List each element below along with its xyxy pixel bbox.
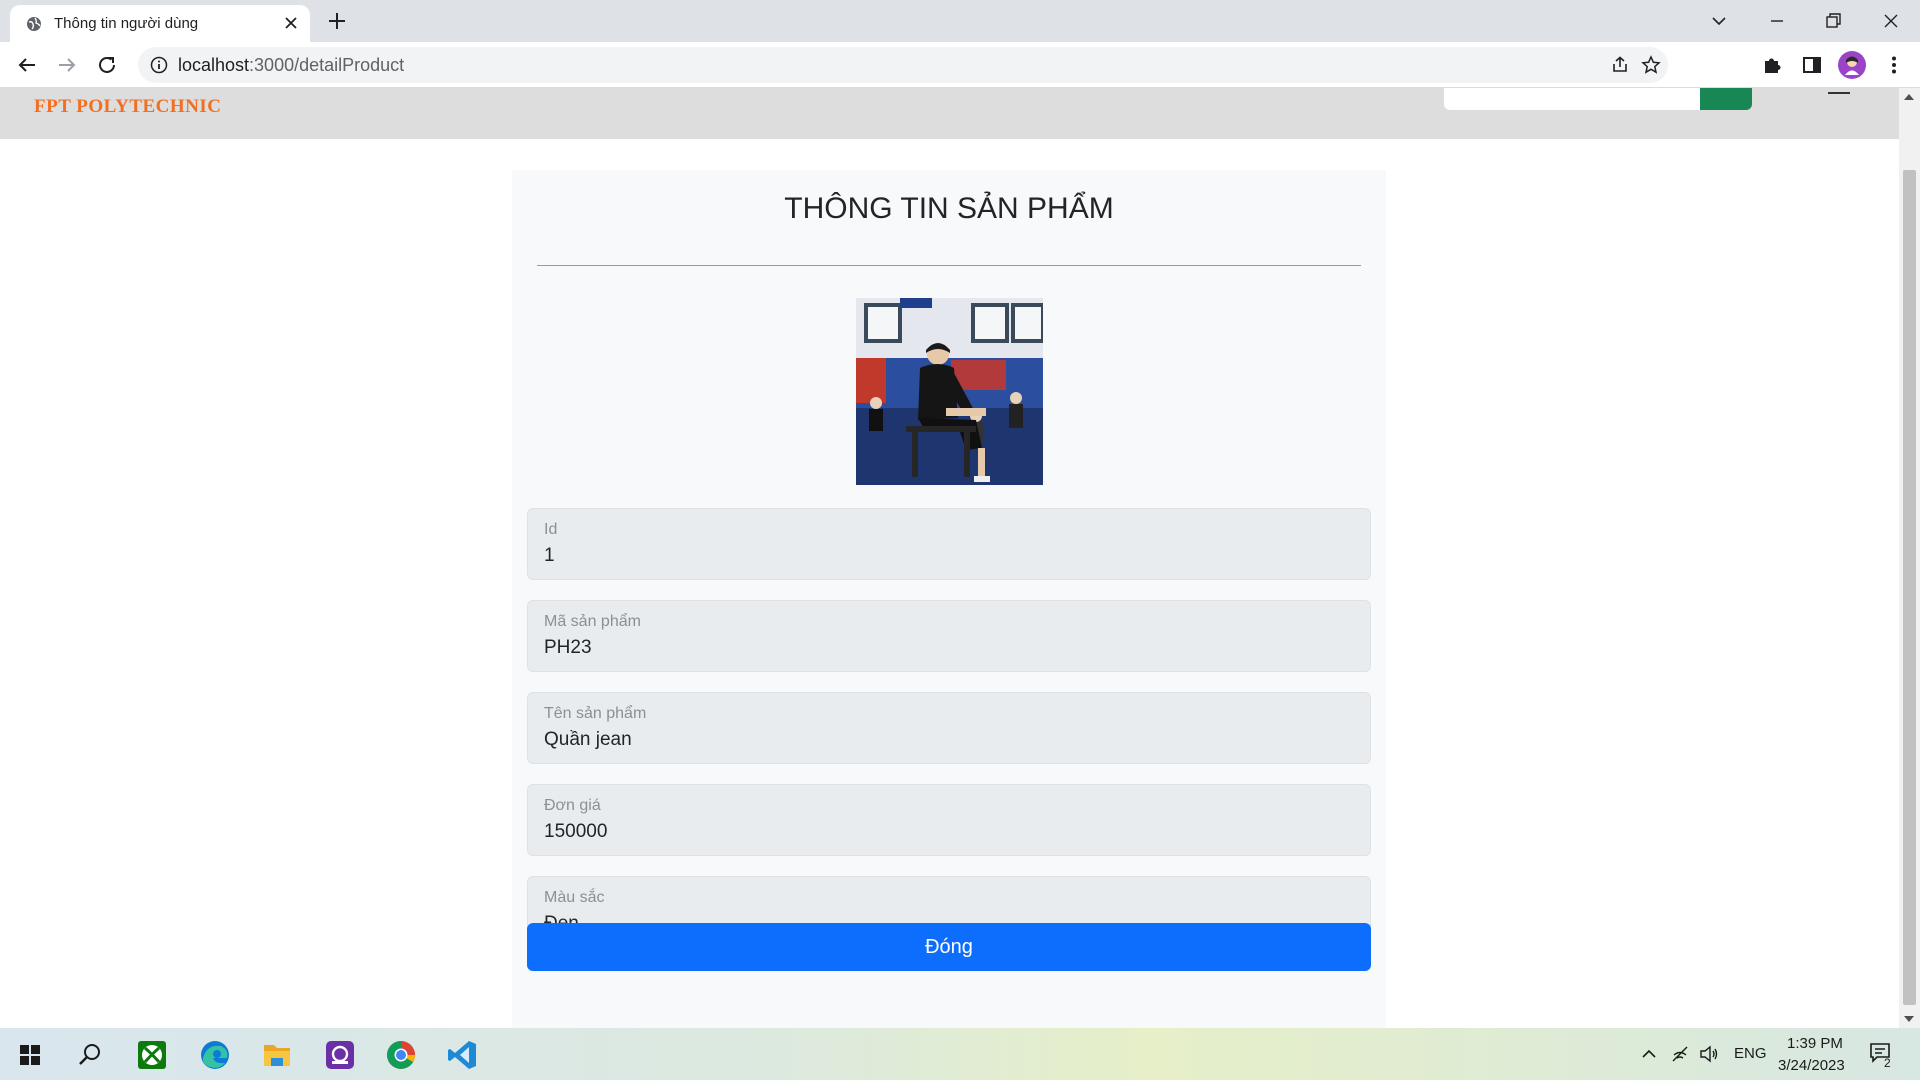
speaker-icon[interactable] <box>1698 1044 1720 1064</box>
address-bar[interactable]: localhost:3000/detailProduct <box>138 47 1668 83</box>
page-title: THÔNG TIN SẢN PHẨM <box>784 192 1114 225</box>
globe-favicon-icon <box>27 17 41 31</box>
scroll-down-arrow-icon[interactable] <box>1904 1016 1914 1022</box>
vscode-icon[interactable] <box>441 1036 485 1074</box>
plus-icon[interactable] <box>326 10 348 32</box>
side-panel-icon[interactable] <box>1801 54 1823 76</box>
field-label: Id <box>544 521 558 538</box>
brand-logo[interactable]: FPT POLYTECHNIC <box>34 96 222 118</box>
file-explorer-icon[interactable] <box>255 1036 299 1074</box>
field-unit-price[interactable]: Đơn giá 150000 <box>527 784 1371 856</box>
restore-icon[interactable] <box>1820 8 1846 34</box>
tab-title: Thông tin người dùng <box>54 15 199 32</box>
browser-tab-bar: Thông tin người dùng <box>0 0 1920 42</box>
field-label: Tên sản phẩm <box>544 705 647 722</box>
scroll-up-arrow-icon[interactable] <box>1904 94 1914 100</box>
site-navbar: FPT POLYTECHNIC <box>0 88 1899 139</box>
field-value: Quần jean <box>544 729 632 750</box>
field-product-name[interactable]: Tên sản phẩm Quần jean <box>527 692 1371 764</box>
close-icon[interactable] <box>282 14 300 32</box>
divider <box>537 265 1361 266</box>
page-viewport: FPT POLYTECHNIC THÔNG TIN SẢN PHẨM Id 1 … <box>0 88 1899 1028</box>
notification-count: 2 <box>1884 1056 1891 1070</box>
url-text[interactable]: localhost:3000/detailProduct <box>178 55 404 76</box>
scroll-thumb[interactable] <box>1903 170 1916 1005</box>
browser-tab[interactable]: Thông tin người dùng <box>10 5 310 42</box>
search-icon[interactable] <box>68 1036 112 1074</box>
field-label: Màu sắc <box>544 889 605 906</box>
avatar[interactable] <box>1838 51 1866 79</box>
profile-icon <box>1845 56 1859 75</box>
reload-icon[interactable] <box>95 53 119 77</box>
field-value: PH23 <box>544 637 592 658</box>
edge-icon[interactable] <box>193 1036 237 1074</box>
product-photo <box>856 298 1043 485</box>
product-detail-card: THÔNG TIN SẢN PHẨM Id 1 Mã sản phẩm PH23… <box>512 170 1386 1028</box>
close-button[interactable]: Đóng <box>527 923 1371 971</box>
menu-toggle-icon[interactable] <box>1828 88 1850 94</box>
notification-icon[interactable] <box>1868 1040 1896 1068</box>
field-value: 150000 <box>544 821 608 842</box>
scrollbar[interactable] <box>1899 88 1920 1028</box>
share-icon[interactable] <box>1610 55 1630 75</box>
network-icon[interactable] <box>1670 1044 1690 1064</box>
browser-toolbar: localhost:3000/detailProduct <box>0 42 1920 88</box>
puzzle-icon[interactable] <box>1761 54 1783 76</box>
url-host: localhost <box>178 55 250 75</box>
window-close-icon[interactable] <box>1878 8 1904 34</box>
taskbar: ENG 1:39 PM 3/24/2023 2 <box>0 1028 1920 1080</box>
back-arrow-icon[interactable] <box>15 53 39 77</box>
field-product-code[interactable]: Mã sản phẩm PH23 <box>527 600 1371 672</box>
clock-time[interactable]: 1:39 PM <box>1787 1035 1843 1052</box>
search-button[interactable] <box>1700 88 1752 110</box>
kebab-menu-icon[interactable] <box>1883 54 1905 76</box>
chevron-up-icon[interactable] <box>1640 1046 1658 1062</box>
media-app-icon[interactable] <box>318 1036 362 1074</box>
field-value: 1 <box>544 545 555 566</box>
field-id[interactable]: Id 1 <box>527 508 1371 580</box>
chrome-icon[interactable] <box>379 1036 423 1074</box>
field-label: Mã sản phẩm <box>544 613 641 630</box>
windows-start-icon[interactable] <box>8 1036 52 1074</box>
url-path: :3000/detailProduct <box>249 55 405 75</box>
chevron-down-icon[interactable] <box>1706 8 1732 34</box>
info-icon[interactable] <box>150 56 168 74</box>
clock-date[interactable]: 3/24/2023 <box>1778 1057 1845 1074</box>
field-label: Đơn giá <box>544 797 601 814</box>
forward-arrow-icon[interactable] <box>55 53 79 77</box>
minimize-icon[interactable] <box>1764 8 1790 34</box>
language-indicator[interactable]: ENG <box>1734 1045 1767 1062</box>
star-icon[interactable] <box>1641 55 1661 75</box>
xbox-icon[interactable] <box>130 1036 174 1074</box>
search-input[interactable] <box>1444 88 1700 110</box>
